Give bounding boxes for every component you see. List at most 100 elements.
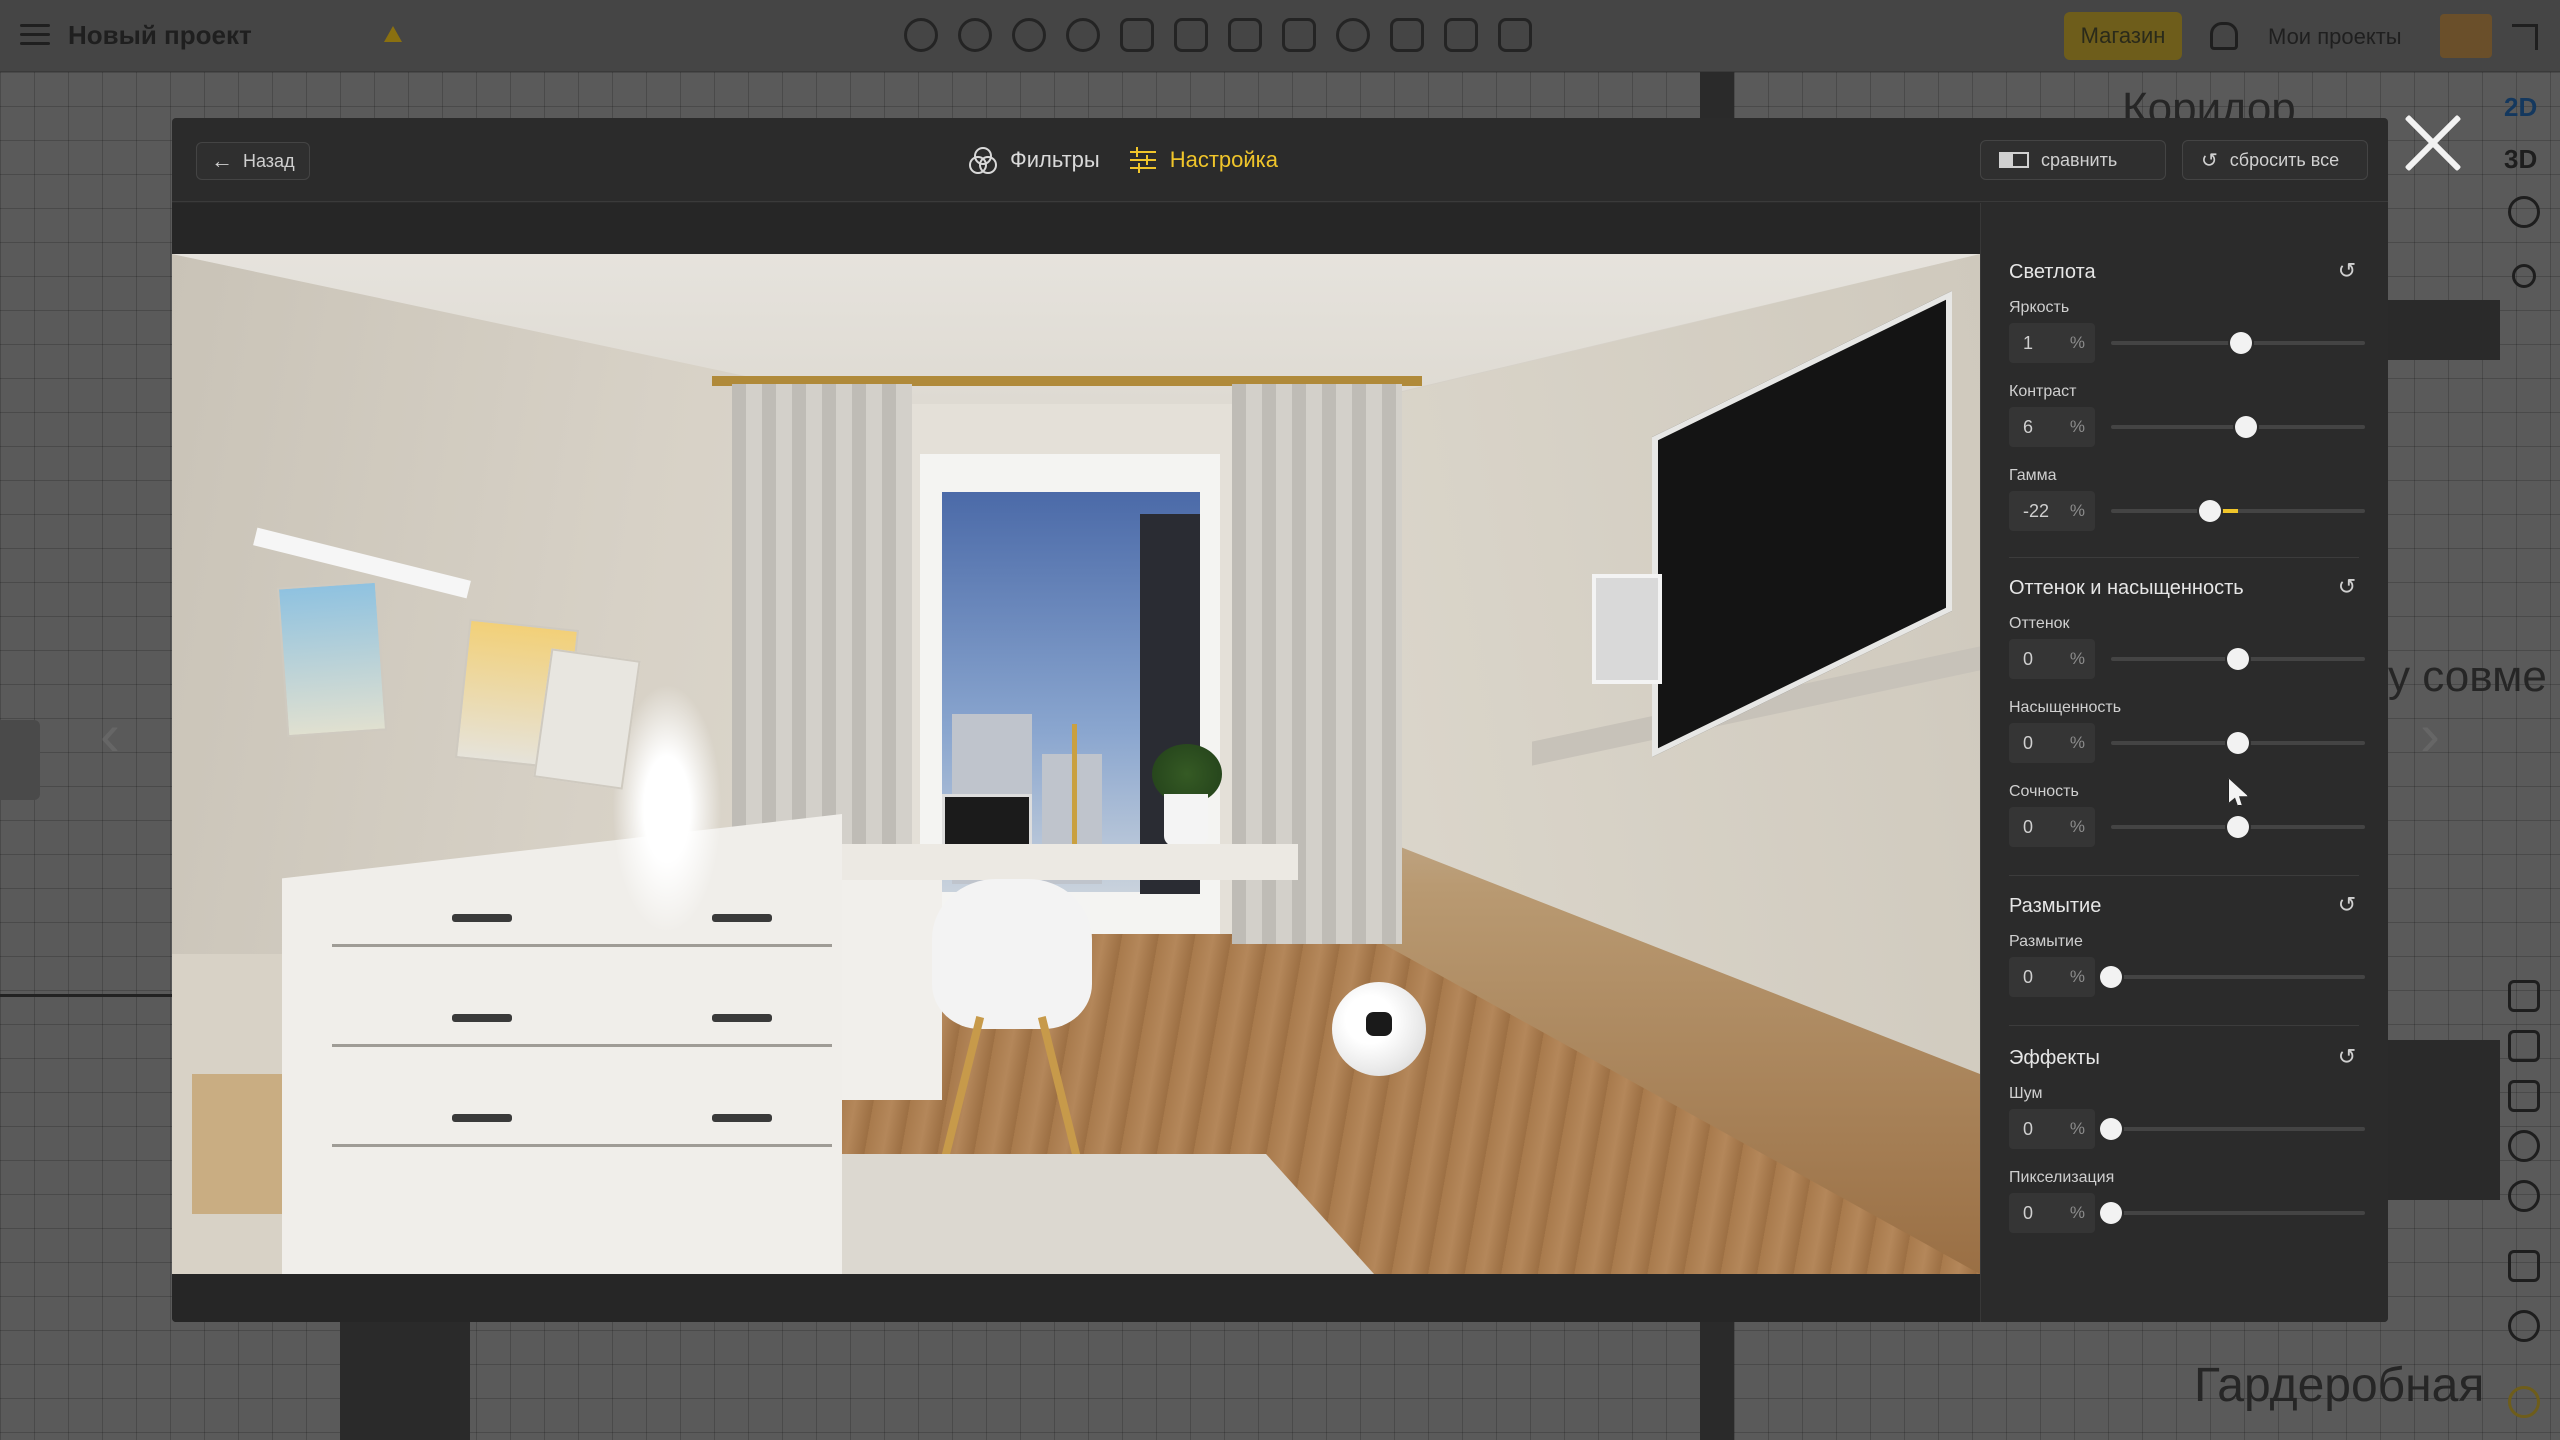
gear-icon[interactable] (2508, 1310, 2540, 1342)
vibrance-input[interactable]: 0 % (2009, 807, 2095, 847)
brightness-slider[interactable] (2111, 332, 2365, 354)
slider-thumb[interactable] (2100, 1118, 2122, 1140)
render-small-frame (1592, 574, 1662, 684)
camera-icon[interactable] (1444, 18, 1478, 52)
menu-icon[interactable] (20, 24, 50, 46)
slider-thumb[interactable] (2227, 816, 2249, 838)
render-desk-top (808, 844, 1298, 880)
shop-button[interactable]: Магазин (2064, 12, 2182, 60)
hue-slider[interactable] (2111, 648, 2365, 670)
hue-input[interactable]: 0 % (2009, 639, 2095, 679)
eye-icon[interactable] (1066, 18, 1100, 52)
section-reset-icon[interactable]: ↺ (2333, 891, 2361, 919)
gallery-icon[interactable] (1498, 18, 1532, 52)
fullscreen-icon[interactable] (2512, 24, 2538, 50)
section-title-blur: Размытие (2009, 895, 2102, 917)
view-360-icon[interactable] (2508, 1130, 2540, 1162)
wand-icon[interactable] (1120, 18, 1154, 52)
render-chair (932, 879, 1092, 1029)
noise-slider[interactable] (2100, 1118, 2365, 1140)
saturation-slider[interactable] (2111, 732, 2365, 754)
section-title-effects: Эффекты (2009, 1047, 2100, 1069)
param-label-blur: Размытие (2009, 933, 2083, 950)
pixelate-slider[interactable] (2100, 1202, 2365, 1224)
slider-thumb[interactable] (2234, 416, 2257, 438)
section-title-hue-saturation: Оттенок и насыщенность (2009, 577, 2244, 599)
unit-label: % (2069, 649, 2085, 668)
section-reset-icon[interactable]: ↺ (2333, 257, 2361, 285)
layout-icon[interactable] (2508, 980, 2540, 1012)
contrast-slider[interactable] (2111, 416, 2365, 438)
blur-slider[interactable] (2100, 966, 2365, 988)
my-projects-link[interactable]: Мои проекты (2268, 24, 2402, 50)
undo-icon[interactable] (904, 18, 938, 52)
brightness-input[interactable]: 1 % (2009, 323, 2095, 363)
render-drawer-handle (452, 1114, 512, 1122)
avatar[interactable] (2440, 14, 2492, 58)
pixelate-value: 0 (2023, 1203, 2034, 1223)
slider-thumb[interactable] (2100, 1202, 2122, 1224)
plan-wall (2388, 1040, 2500, 1200)
section-reset-icon[interactable]: ↺ (2333, 573, 2361, 601)
param-label-contrast: Контраст (2009, 383, 2077, 400)
bell-icon[interactable] (2210, 22, 2238, 50)
target-icon[interactable] (2508, 1180, 2540, 1212)
param-label-gamma: Гамма (2009, 467, 2057, 484)
modal-header: ← Назад Фильтры Настройка сравнить ↺ сбр… (172, 118, 2388, 202)
view-3d-button[interactable]: 3D (2504, 144, 2537, 175)
param-label-saturation: Насыщенность (2009, 699, 2122, 716)
slider-thumb[interactable] (2227, 648, 2249, 670)
view-2d-button[interactable]: 2D (2504, 92, 2537, 123)
close-icon[interactable] (2400, 110, 2466, 176)
redo-icon[interactable] (958, 18, 992, 52)
unit-label: % (2069, 501, 2085, 520)
prev-arrow-icon[interactable]: ‹ (100, 700, 120, 769)
saturation-input[interactable]: 0 % (2009, 723, 2095, 763)
vibrance-slider[interactable] (2111, 816, 2365, 838)
plan-icon[interactable] (2508, 1030, 2540, 1062)
ruler-icon[interactable] (1228, 18, 1262, 52)
contrast-input[interactable]: 6 % (2009, 407, 2095, 447)
tab-filters[interactable]: Фильтры (968, 138, 1100, 182)
reset-all-button[interactable]: ↺ сбросить все (2182, 140, 2368, 180)
render-drawer-handle (452, 914, 512, 922)
pixelate-input[interactable]: 0 % (2009, 1193, 2095, 1233)
layers-icon[interactable] (2508, 1080, 2540, 1112)
vibrance-value: 0 (2023, 817, 2034, 837)
slider-thumb[interactable] (2199, 500, 2222, 522)
tab-settings-label: Настройка (1169, 147, 1279, 172)
slider-thumb[interactable] (2229, 332, 2252, 354)
project-title[interactable]: Новый проект (68, 20, 252, 51)
next-arrow-icon[interactable]: › (2420, 700, 2440, 769)
magnet-icon[interactable] (1282, 18, 1316, 52)
slider-thumb[interactable] (2227, 732, 2249, 754)
param-label-brightness: Яркость (2009, 299, 2070, 316)
render-preview-image (172, 254, 1980, 1274)
section-reset-icon[interactable]: ↺ (2333, 1043, 2361, 1071)
zoom-reset-icon[interactable] (2512, 264, 2536, 288)
walk-icon[interactable] (2508, 196, 2540, 228)
help-icon[interactable] (2508, 1386, 2540, 1418)
info-icon[interactable] (1012, 18, 1046, 52)
blur-input[interactable]: 0 % (2009, 957, 2095, 997)
unit-label: % (2069, 967, 2085, 986)
floorplan-icon[interactable] (1390, 18, 1424, 52)
section-divider (2009, 1025, 2359, 1026)
unit-label: % (2069, 333, 2085, 352)
sun-icon[interactable] (1336, 18, 1370, 52)
slider-thumb[interactable] (2100, 966, 2122, 988)
noise-input[interactable]: 0 % (2009, 1109, 2095, 1149)
sidebar-expand-tab[interactable] (0, 720, 40, 800)
arrow-left-icon: ← (211, 148, 233, 173)
vr-icon[interactable] (2508, 1250, 2540, 1282)
gamma-input[interactable]: -22 % (2009, 491, 2095, 531)
warning-icon[interactable] (384, 26, 402, 42)
draw-icon[interactable] (1174, 18, 1208, 52)
render-soccer-ball (1332, 982, 1426, 1076)
back-button[interactable]: ← Назад (196, 142, 310, 180)
gamma-slider[interactable] (2111, 500, 2365, 522)
saturation-value: 0 (2023, 733, 2034, 753)
tab-settings[interactable]: Настройка (1128, 138, 1278, 182)
gamma-value: -22 (2023, 501, 2050, 521)
compare-button[interactable]: сравнить (1980, 140, 2166, 180)
